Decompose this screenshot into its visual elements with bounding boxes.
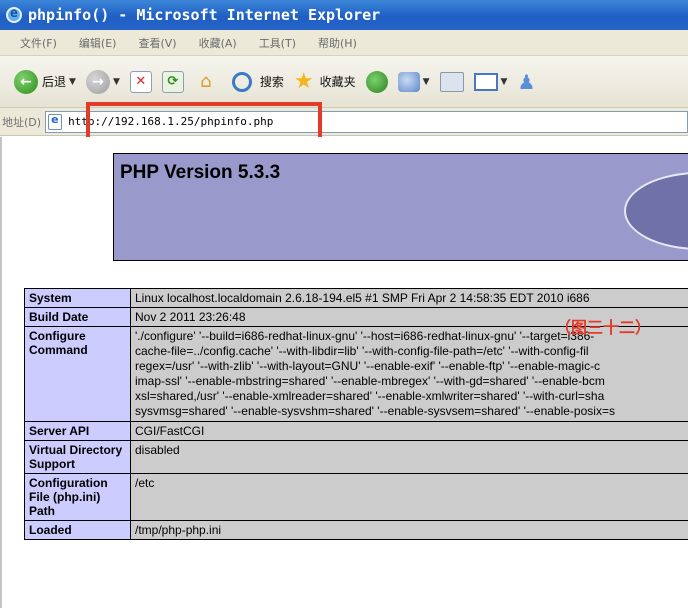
row-value-configure-command: './configure' '--build=i686-redhat-linux… — [130, 326, 688, 422]
forward-dropdown-icon[interactable]: ▼ — [113, 77, 120, 87]
media-button[interactable] — [365, 70, 388, 93]
ie-logo-icon — [6, 6, 22, 23]
row-value: /tmp/php-php.ini — [130, 520, 688, 540]
media-icon — [365, 70, 388, 93]
row-label: Configure Command — [24, 326, 131, 422]
menu-edit[interactable]: 编辑(E) — [79, 35, 117, 51]
row-label: Build Date — [24, 307, 131, 327]
menu-bar: 文件(F) 编辑(E) 查看(V) 收藏(A) 工具(T) 帮助(H) — [0, 30, 688, 56]
home-icon: ⌂ — [200, 71, 212, 92]
toolbar: ← 后退 ▼ → ▼ ✕ ⟳ ⌂ 搜索 ★ 收藏夹 ▼ ▼ ♟ — [0, 56, 688, 108]
table-row: Configure Command './configure' '--build… — [24, 326, 688, 422]
php-version-title: PHP Version 5.3.3 — [120, 162, 281, 183]
print-icon — [439, 71, 464, 92]
row-label: System — [24, 288, 131, 308]
stop-icon: ✕ — [129, 70, 152, 93]
config-line: regex=/usr' '--with-zlib' '--with-layout… — [135, 359, 601, 373]
print-button[interactable] — [439, 71, 464, 92]
edit-button[interactable]: ▼ — [473, 72, 508, 91]
back-button[interactable]: ← 后退 ▼ — [14, 69, 76, 94]
window-titlebar: phpinfo() - Microsoft Internet Explorer — [0, 0, 688, 30]
refresh-icon: ⟳ — [161, 70, 184, 93]
back-dropdown-icon[interactable]: ▼ — [69, 77, 76, 87]
edit-icon — [473, 72, 498, 91]
row-label: Virtual Directory Support — [24, 440, 131, 474]
menu-help[interactable]: 帮助(H) — [318, 35, 357, 51]
forward-button[interactable]: → ▼ — [85, 69, 120, 94]
page-icon — [48, 113, 63, 130]
row-label: Server API — [24, 421, 131, 441]
edit-dropdown-icon[interactable]: ▼ — [501, 77, 508, 87]
row-value: /etc — [130, 473, 688, 521]
menu-favorites[interactable]: 收藏(A) — [199, 35, 237, 51]
window-title: phpinfo() - Microsoft Internet Explorer — [28, 6, 381, 24]
menu-file[interactable]: 文件(F) — [20, 35, 57, 51]
favorites-star-icon: ★ — [293, 69, 314, 94]
figure-annotation: （图三十二） — [555, 318, 652, 337]
favorites-label: 收藏夹 — [319, 75, 356, 89]
row-label: Configuration File (php.ini) Path — [24, 473, 131, 521]
row-label: Loaded — [24, 520, 131, 540]
favorites-button[interactable]: ★ 收藏夹 — [294, 69, 356, 94]
history-dropdown-icon[interactable]: ▼ — [423, 77, 430, 87]
search-icon — [231, 71, 252, 92]
menu-tools[interactable]: 工具(T) — [259, 35, 296, 51]
address-label: 地址(D) — [2, 115, 42, 129]
back-label: 后退 — [42, 75, 67, 89]
refresh-button[interactable]: ⟳ — [161, 70, 184, 93]
row-value: Linux localhost.localdomain 2.6.18-194.e… — [130, 288, 688, 308]
config-line: imap-ssl' '--enable-mbstring=shared' '--… — [135, 374, 605, 388]
config-line: cache-file=../config.cache' '--with-libd… — [135, 344, 589, 358]
table-row: System Linux localhost.localdomain 2.6.1… — [24, 288, 688, 308]
messenger-icon: ♟ — [517, 69, 536, 94]
history-icon — [397, 71, 420, 92]
table-row: Server API CGI/FastCGI — [24, 421, 688, 441]
history-button[interactable]: ▼ — [397, 71, 430, 92]
php-header-banner: PHP Version 5.3.3 P — [113, 153, 688, 261]
row-value: CGI/FastCGI — [130, 421, 688, 441]
address-bar: 地址(D) http://192.168.1.25/phpinfo.php — [0, 108, 688, 136]
address-input[interactable]: http://192.168.1.25/phpinfo.php — [45, 110, 688, 133]
messenger-button[interactable]: ♟ — [517, 70, 535, 94]
table-row: Virtual Directory Support disabled — [24, 440, 688, 474]
config-line: sysvmsg=shared' '--enable-sysvshm=shared… — [135, 404, 615, 418]
back-arrow-icon: ← — [14, 69, 38, 94]
home-button[interactable]: ⌂ — [194, 71, 218, 93]
table-row: Loaded /tmp/php-php.ini — [24, 520, 688, 540]
row-value: disabled — [130, 440, 688, 474]
search-button[interactable]: 搜索 — [231, 71, 284, 92]
php-logo-icon: P — [624, 172, 688, 250]
config-line: xsl=shared,/usr' '--enable-xmlreader=sha… — [135, 389, 605, 403]
address-url[interactable]: http://192.168.1.25/phpinfo.php — [68, 115, 273, 128]
stop-button[interactable]: ✕ — [129, 70, 152, 93]
menu-view[interactable]: 查看(V) — [138, 35, 176, 51]
forward-arrow-icon: → — [85, 69, 110, 94]
page-viewport[interactable]: PHP Version 5.3.3 P System Linux localho… — [0, 137, 688, 608]
table-row: Configuration File (php.ini) Path /etc — [24, 473, 688, 521]
search-label: 搜索 — [259, 75, 284, 89]
